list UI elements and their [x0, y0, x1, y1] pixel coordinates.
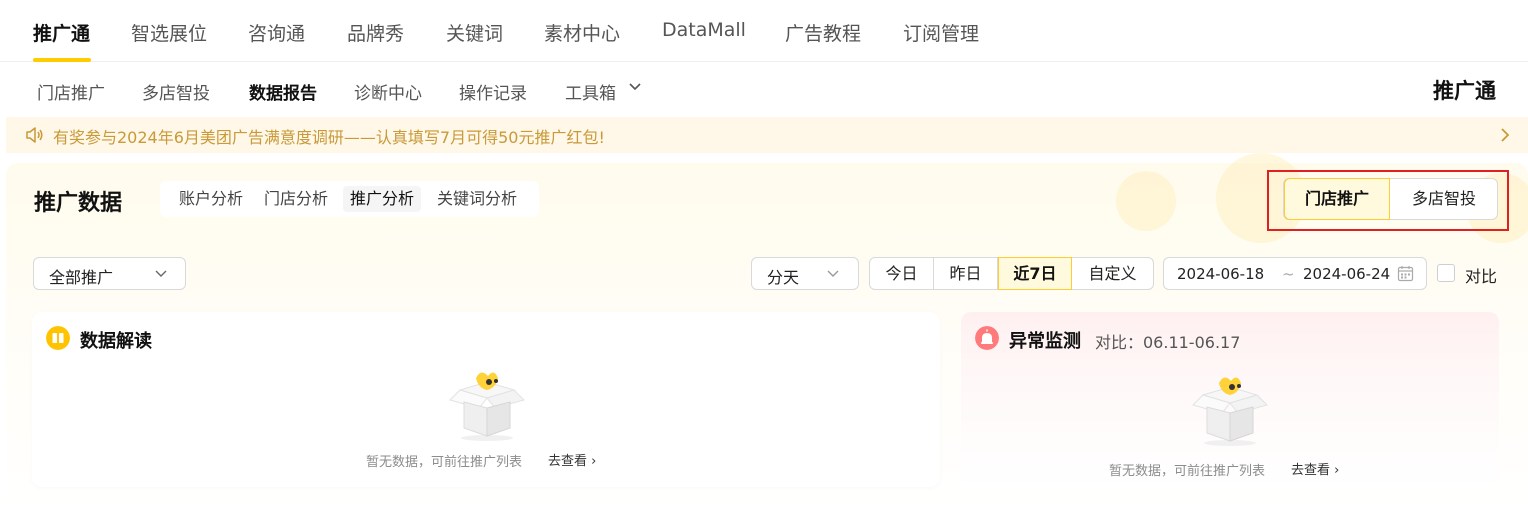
top-nav-item-guanjianci[interactable]: 关键词 [446, 19, 503, 46]
scope-multi-store-button[interactable]: 多店智投 [1390, 179, 1498, 219]
analysis-tabs: 账户分析 门店分析 推广分析 关键词分析 [160, 181, 539, 217]
sub-nav-item-multi-store[interactable]: 多店智投 [142, 79, 210, 104]
sub-nav-item-toolbox[interactable]: 工具箱 [565, 79, 616, 104]
anomaly-title: 异常监测 [1009, 331, 1081, 352]
announcement-banner[interactable]: 有奖参与2024年6月美团广告满意度调研——认真填写7月可得50元推广红包! [6, 117, 1528, 153]
scope-toggle: 门店推广 多店智投 [1283, 178, 1498, 220]
tab-keyword-analysis[interactable]: 关键词分析 [430, 186, 524, 212]
empty-state-text: 暂无数据，可前往推广列表 [366, 455, 523, 470]
report-panel: 推广数据 账户分析 门店分析 推广分析 关键词分析 门店推广 多店智投 全部推广… [6, 153, 1528, 512]
alarm-icon [975, 326, 999, 350]
top-nav: 推广通 智选展位 咨询通 品牌秀 关键词 素材中心 DataMall 广告教程 … [0, 0, 1528, 62]
chevron-down-icon[interactable] [626, 77, 644, 95]
granularity-select[interactable]: 分天 [751, 257, 859, 290]
top-nav-item-tuiguangtong[interactable]: 推广通 [33, 19, 90, 46]
top-nav-item-pinpaixiu[interactable]: 品牌秀 [347, 19, 404, 46]
sub-nav-item-store-promo[interactable]: 门店推广 [37, 79, 105, 104]
decor-circle [1116, 171, 1176, 231]
tab-store-analysis[interactable]: 门店分析 [257, 186, 335, 212]
tab-promotion-analysis[interactable]: 推广分析 [343, 186, 422, 212]
scope-store-promo-button[interactable]: 门店推广 [1284, 178, 1390, 220]
date-end[interactable]: 2024-06-24 [1303, 265, 1390, 283]
today-button[interactable]: 今日 [870, 258, 934, 289]
custom-range-button[interactable]: 自定义 [1072, 258, 1153, 289]
top-nav-item-zhixuan[interactable]: 智选展位 [131, 19, 207, 46]
last7days-button[interactable]: 近7日 [998, 257, 1072, 290]
top-nav-item-datamall[interactable]: DataMall [662, 19, 746, 41]
go-view-link[interactable]: 去查看 › [548, 450, 596, 469]
chevron-right-icon[interactable] [1498, 126, 1512, 144]
sub-nav-item-diagnosis[interactable]: 诊断中心 [354, 79, 422, 104]
empty-box-icon [449, 372, 525, 441]
anomaly-compare-range: 对比：06.11-06.17 [1095, 333, 1241, 352]
top-nav-item-dingyue[interactable]: 订阅管理 [903, 19, 979, 46]
tab-account-analysis[interactable]: 账户分析 [172, 186, 250, 212]
granularity-select-value: 分天 [767, 268, 800, 287]
date-range-picker[interactable]: 2024-06-18 ~ 2024-06-24 [1163, 257, 1427, 290]
chevron-down-icon [155, 270, 167, 277]
compare-label: 对比 [1465, 267, 1498, 286]
chevron-down-icon [827, 270, 839, 277]
brand-title: 推广通 [1433, 79, 1496, 103]
data-insight-title: 数据解读 [80, 331, 152, 352]
active-tab-underline [33, 58, 91, 62]
go-view-link[interactable]: 去查看 › [1291, 459, 1339, 478]
top-nav-item-zixun[interactable]: 咨询通 [248, 19, 305, 46]
empty-state-text: 暂无数据，可前往推广列表 [1109, 464, 1266, 479]
speaker-icon [26, 127, 43, 143]
calendar-icon[interactable] [1397, 265, 1414, 282]
top-nav-item-sucai[interactable]: 素材中心 [544, 19, 620, 46]
promotion-select-value: 全部推广 [49, 268, 114, 287]
empty-box-icon [1192, 377, 1268, 446]
page-title: 推广数据 [34, 191, 123, 216]
anomaly-monitor-card: 异常监测 对比：06.11-06.17 暂无数据，可前往推广列表 去查看 › [961, 312, 1499, 487]
date-preset-group: 今日 昨日 近7日 自定义 [869, 257, 1154, 290]
sub-nav-item-data-report[interactable]: 数据报告 [249, 79, 317, 104]
yesterday-button[interactable]: 昨日 [934, 258, 998, 289]
sub-nav: 门店推广 多店智投 数据报告 诊断中心 操作记录 工具箱 推广通 [0, 63, 1528, 117]
book-icon [46, 326, 70, 350]
data-insight-card: 数据解读 暂无数据，可前往推广列表 去查看 › [32, 312, 940, 487]
banner-text[interactable]: 有奖参与2024年6月美团广告满意度调研——认真填写7月可得50元推广红包! [53, 124, 605, 148]
promotion-select[interactable]: 全部推广 [33, 257, 186, 290]
compare-checkbox[interactable] [1437, 264, 1455, 282]
date-start[interactable]: 2024-06-18 [1177, 265, 1264, 283]
date-separator: ~ [1282, 265, 1295, 283]
top-nav-item-jiaocheng[interactable]: 广告教程 [785, 19, 861, 46]
sub-nav-item-operation-log[interactable]: 操作记录 [459, 79, 527, 104]
